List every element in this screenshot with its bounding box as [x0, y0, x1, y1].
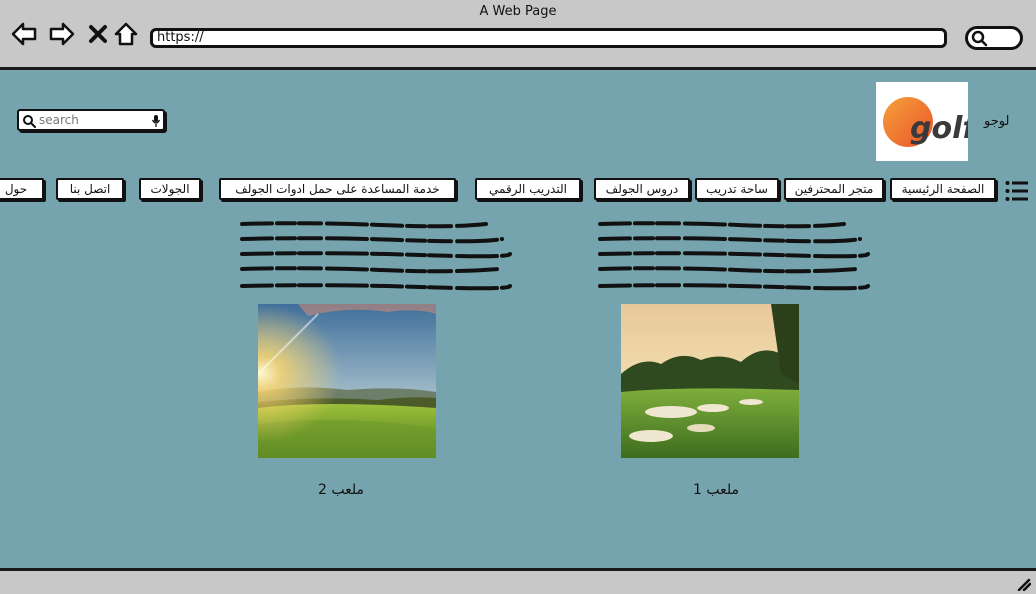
site-search-input[interactable]: search: [17, 109, 165, 131]
nav-driving-range[interactable]: ساحة تدريب: [695, 178, 779, 200]
search-icon: [23, 115, 36, 128]
course-2-photo[interactable]: [258, 304, 436, 458]
site-logo[interactable]: golf: [876, 82, 979, 161]
window-title: A Web Page: [479, 4, 557, 19]
nav-caddie-service[interactable]: خدمة المساعدة على حمل ادوات الجولف: [219, 178, 456, 200]
browser-search-field[interactable]: [965, 26, 1023, 50]
nav-contact[interactable]: اتصل بنا: [56, 178, 124, 200]
address-bar[interactable]: https://: [150, 28, 947, 48]
placeholder-text-block: [598, 221, 870, 291]
placeholder-text-block: [240, 221, 512, 291]
nav-home[interactable]: الصفحة الرئيسية: [890, 178, 996, 200]
nav-pro-shop[interactable]: متجر المحترفين: [784, 178, 884, 200]
page-content: search golf لوجو الصفحة الرئيسية متجر ال…: [0, 70, 1036, 568]
forward-arrow-icon[interactable]: [48, 20, 76, 48]
logo-text: golf: [910, 111, 968, 146]
close-icon[interactable]: [84, 20, 112, 48]
course-1-photo[interactable]: [621, 304, 799, 458]
course-2-caption: ملعب 2: [318, 482, 365, 498]
nav-golf-lessons[interactable]: دروس الجولف: [594, 178, 690, 200]
course-1-caption: ملعب 1: [693, 482, 740, 498]
resize-handle-icon[interactable]: [1015, 577, 1031, 591]
back-arrow-icon[interactable]: [10, 20, 38, 48]
golf-logo-icon: golf: [883, 97, 979, 147]
nav-about[interactable]: حول: [0, 178, 44, 200]
logo-label: لوجو: [984, 114, 1010, 129]
menu-icon[interactable]: [1005, 180, 1029, 202]
browser-chrome: A Web Page https://: [0, 0, 1036, 70]
home-icon[interactable]: [112, 20, 140, 48]
search-icon: [971, 30, 988, 47]
nav-digital-training[interactable]: التدريب الرقمي: [475, 178, 581, 200]
microphone-icon[interactable]: [151, 114, 161, 128]
search-placeholder: search: [39, 113, 79, 127]
nav-tours[interactable]: الجولات: [139, 178, 201, 200]
status-bar: [0, 568, 1036, 594]
